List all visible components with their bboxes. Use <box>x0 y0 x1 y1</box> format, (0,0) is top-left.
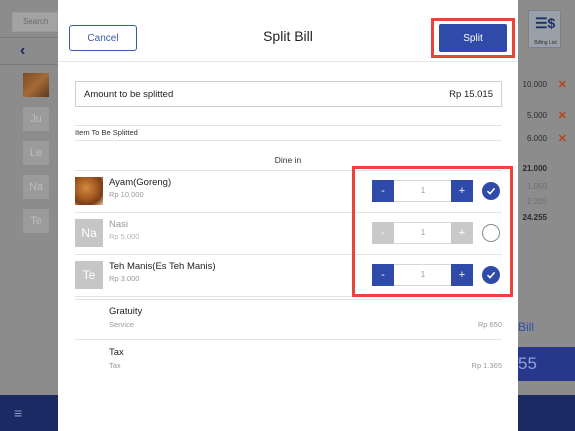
fee-value: Rp 650 <box>477 320 502 329</box>
fee-subtitle: Tax <box>109 361 121 370</box>
background-item-thumb <box>23 73 49 97</box>
billing-list-button: ☰$ Billing List <box>528 10 561 48</box>
modal-header: Cancel Split Bill Split <box>58 0 518 62</box>
item-price: Rp 5.000 <box>109 232 140 241</box>
item-price: Rp 3.000 <box>109 274 140 283</box>
background-search-input: Search <box>12 12 58 32</box>
billing-list-icon: ☰$ <box>535 15 556 31</box>
amount-label: Amount to be splitted <box>84 89 174 100</box>
fee-name: Tax <box>109 347 124 358</box>
item-thumbnail <box>75 177 103 205</box>
split-button[interactable]: Split <box>439 24 507 52</box>
amount-value: Rp 15.015 <box>449 89 493 100</box>
section-label: Item To Be Splitted <box>75 128 138 137</box>
background-subtotal: 21.000 <box>522 164 547 173</box>
background-item-thumb: Te <box>23 209 49 233</box>
item-price: Rp 10.000 <box>109 190 144 199</box>
split-bill-modal: Cancel Split Bill Split Amount to be spl… <box>58 0 518 431</box>
background-grand-total: 24.255 <box>522 213 547 222</box>
item-thumbnail: Na <box>75 219 103 247</box>
divider <box>0 37 58 38</box>
item-thumbnail: Te <box>75 261 103 289</box>
divider <box>75 140 502 141</box>
background-item-thumb: Na <box>23 175 49 199</box>
background-item-thumb: Le <box>23 141 49 165</box>
fee-subtitle: Service <box>109 320 135 329</box>
back-arrow-icon: ‹ <box>20 42 26 59</box>
background-tax: 2.205 <box>526 197 547 206</box>
item-name: Teh Manis(Es Teh Manis) <box>109 261 216 272</box>
remove-icon: ✕ <box>557 110 567 122</box>
menu-icon: ≡ <box>14 405 23 421</box>
background-item-thumb: Ju <box>23 107 49 131</box>
amount-to-split-box: Amount to be splitted Rp 15.015 <box>75 81 502 107</box>
background-amount: 5.000 <box>526 111 547 120</box>
divider <box>0 64 58 65</box>
fee-row-gratuity: Gratuity Service Rp 650 <box>75 300 502 340</box>
background-total-button: 55 <box>518 347 575 381</box>
background-amount: 10.000 <box>522 80 547 89</box>
item-name: Ayam(Goreng) <box>109 177 172 188</box>
item-name: Nasi <box>109 219 129 230</box>
fee-name: Gratuity <box>109 306 143 317</box>
remove-icon: ✕ <box>557 133 567 145</box>
fee-value: Rp 1.365 <box>471 361 502 370</box>
fee-row-tax: Tax Tax Rp 1.365 <box>75 341 502 381</box>
remove-icon: ✕ <box>557 79 567 91</box>
billing-list-label: Billing List <box>534 40 557 46</box>
background-service: 1.050 <box>526 182 547 191</box>
steppers-highlight <box>352 166 513 297</box>
group-label: Dine in <box>274 155 302 165</box>
divider <box>75 125 502 126</box>
divider <box>75 339 502 340</box>
background-bill-label: Bill <box>518 320 535 334</box>
background-amount: 6.000 <box>526 134 547 143</box>
